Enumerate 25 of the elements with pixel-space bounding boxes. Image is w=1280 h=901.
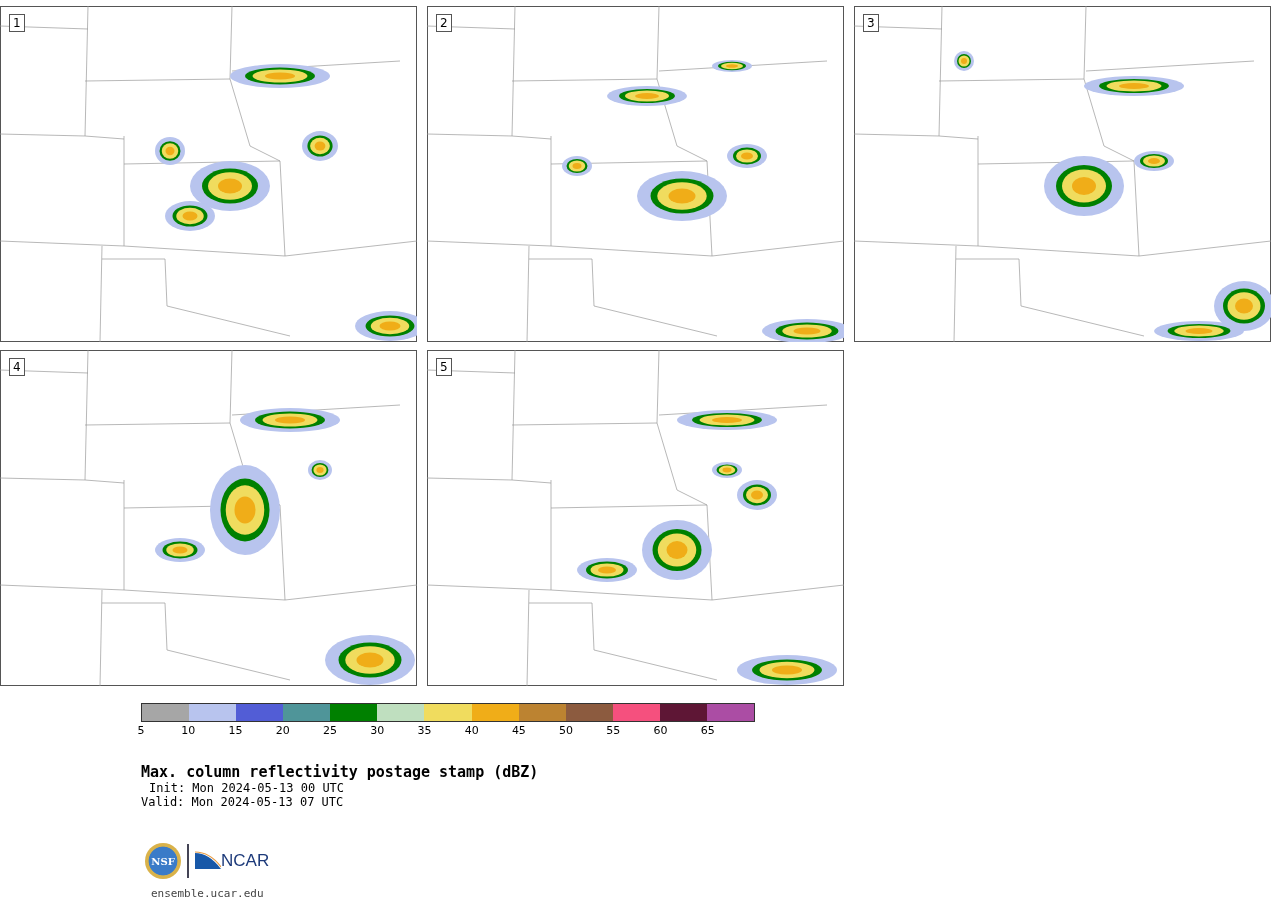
nsf-logo: NSF (145, 843, 181, 879)
tick-label: 65 (700, 724, 715, 737)
tick-label: 35 (417, 724, 432, 737)
panel-number: 4 (9, 358, 25, 376)
panel-number: 3 (863, 14, 879, 32)
tick-label: 45 (511, 724, 526, 737)
tick-label: 15 (228, 724, 243, 737)
panel-number: 5 (436, 358, 452, 376)
ncar-logo: NCAR (195, 851, 270, 871)
tick-label: 60 (653, 724, 668, 737)
tick-label: 5 (137, 724, 145, 737)
tick-label: 25 (322, 724, 337, 737)
chart-title: Max. column reflectivity postage stamp (dBZ) (141, 764, 539, 781)
panel-number: 2 (436, 14, 452, 32)
tick-label: 55 (606, 724, 621, 737)
logo-divider (187, 844, 189, 878)
tick-label: 30 (370, 724, 385, 737)
valid-time: Valid: Mon 2024-05-13 07 UTC (141, 795, 344, 809)
tick-label: 50 (559, 724, 574, 737)
tick-label: 40 (464, 724, 479, 737)
tick-label: 20 (275, 724, 290, 737)
tick-label: 10 (181, 724, 196, 737)
panel-number: 1 (9, 14, 25, 32)
website-url: ensemble.ucar.edu (151, 887, 265, 900)
init-time: Init: Mon 2024-05-13 00 UTC (148, 781, 345, 795)
